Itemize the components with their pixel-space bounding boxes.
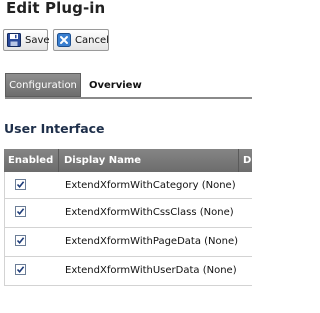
enabled-checkbox[interactable] [15,264,26,275]
table-row: ExtendXformWithPageData (None) [4,228,252,257]
tab-divider [5,97,252,99]
checkmark-icon [16,208,25,216]
page-title: Edit Plug-in [6,0,106,17]
checkmark-icon [16,237,25,245]
enabled-checkbox[interactable] [15,235,26,246]
plugin-display-name: ExtendXformWithCssClass (None) [65,207,234,218]
save-label: Save [25,34,50,46]
plugin-display-name: ExtendXformWithUserData (None) [65,265,237,276]
table-header: Enabled Display Name D [4,149,252,172]
plugin-table: Enabled Display Name D ExtendXformWithCa… [4,149,252,286]
cancel-button[interactable]: Cancel [53,29,109,51]
tab-configuration[interactable]: Configuration [5,73,81,97]
table-row: ExtendXformWithCategory (None) [4,172,252,199]
enabled-checkbox[interactable] [15,206,26,217]
floppy-disk-icon [7,33,21,47]
checkmark-icon [16,266,25,274]
column-header-display-name[interactable]: Display Name [64,155,141,166]
column-header-truncated[interactable]: D [243,155,251,166]
tab-bar: Configuration Overview [5,73,252,97]
column-divider [238,149,239,172]
column-header-enabled[interactable]: Enabled [8,155,53,166]
cancel-label: Cancel [75,34,109,46]
column-divider [58,149,59,172]
enabled-checkbox[interactable] [15,179,26,190]
plugin-display-name: ExtendXformWithCategory (None) [65,180,236,191]
section-title: User Interface [4,121,105,136]
plugin-display-name: ExtendXformWithPageData (None) [65,236,239,247]
table-row: ExtendXformWithUserData (None) [4,257,252,286]
table-row: ExtendXformWithCssClass (None) [4,199,252,228]
cancel-x-icon [57,33,71,47]
save-button[interactable]: Save [3,29,50,51]
table-body: ExtendXformWithCategory (None) ExtendXfo… [4,172,252,286]
checkmark-icon [16,181,25,189]
tab-overview[interactable]: Overview [89,73,142,97]
